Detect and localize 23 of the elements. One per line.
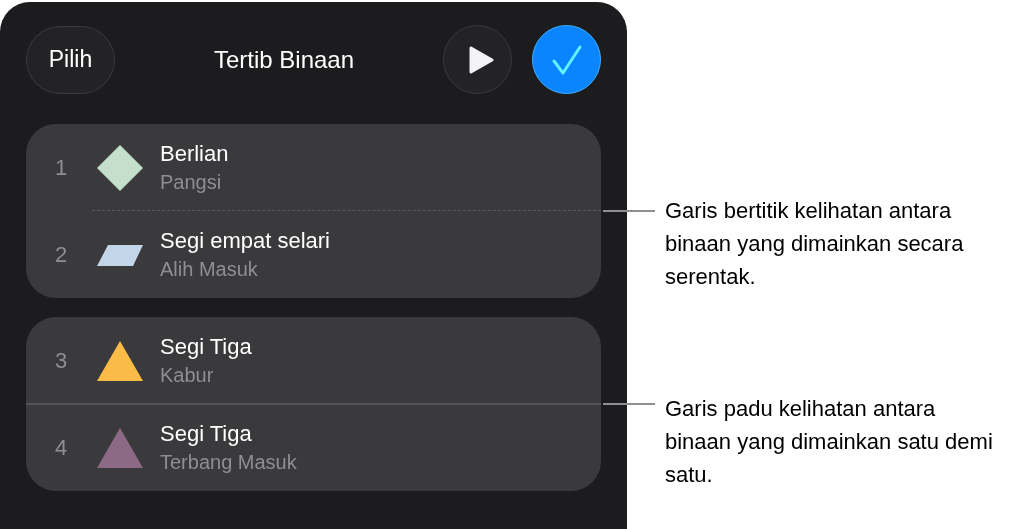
panel-title: Tertib Binaan bbox=[212, 45, 356, 74]
play-icon bbox=[467, 45, 494, 74]
leader-line bbox=[603, 210, 655, 212]
build-name: Segi Tiga bbox=[160, 334, 252, 360]
build-name: Berlian bbox=[160, 141, 229, 167]
build-number: 1 bbox=[53, 154, 69, 181]
build-number: 2 bbox=[53, 241, 69, 268]
select-button[interactable]: Pilih bbox=[26, 25, 115, 94]
build-name: Segi Tiga bbox=[160, 421, 253, 447]
build-row[interactable]: 1 Berlian Pangsi bbox=[26, 124, 601, 211]
build-effect: Pangsi bbox=[160, 171, 223, 194]
build-number: 4 bbox=[53, 434, 69, 461]
build-number: 3 bbox=[53, 347, 69, 374]
leader-line bbox=[603, 403, 655, 405]
callout-text: Garis padu kelihatan antara binaan yang dimainkan satu demi satu. bbox=[665, 395, 994, 489]
build-row[interactable]: 3 Segi Tiga Kabur bbox=[26, 317, 601, 404]
build-effect: Kabur bbox=[160, 364, 215, 387]
build-effect: Alih Masuk bbox=[160, 258, 259, 281]
build-row[interactable]: 2 Segi empat selari Alih Masuk bbox=[26, 211, 601, 298]
build-row[interactable]: 4 Segi Tiga Terbang Masuk bbox=[26, 404, 601, 491]
build-effect: Terbang Masuk bbox=[160, 451, 297, 474]
build-name: Segi empat selari bbox=[160, 228, 330, 254]
callout-text: Garis bertitik kelihatan antara binaan yang dimainkan secara serentak. bbox=[665, 197, 965, 291]
